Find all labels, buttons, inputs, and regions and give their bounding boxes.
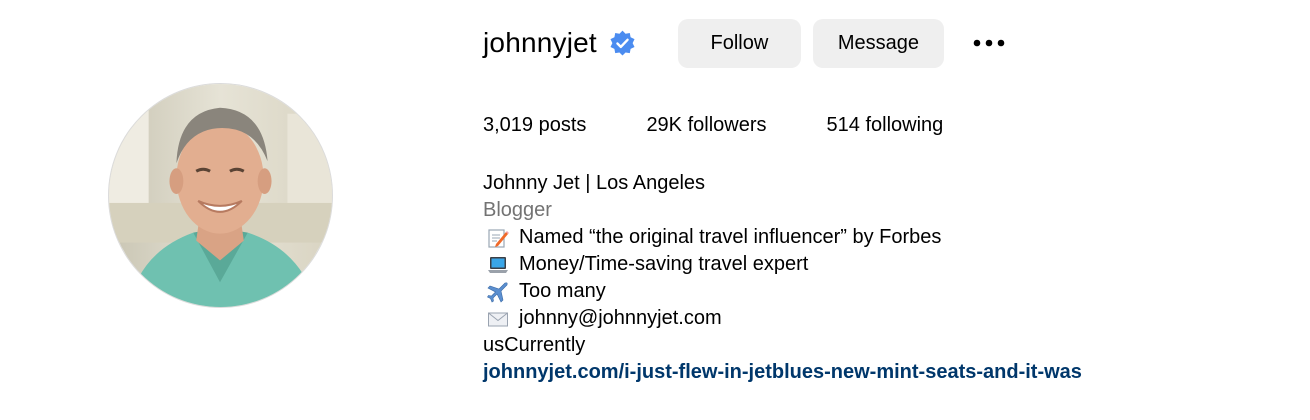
- posts-stat: 3,019 posts: [483, 112, 586, 138]
- posts-count: 3,019: [483, 114, 534, 136]
- bio-line: johnny@johnnyjet.com: [483, 305, 1283, 332]
- profile-header: johnnyjet Follow Message: [483, 18, 1006, 68]
- following-label: following: [865, 114, 944, 136]
- bio-line: Too many: [483, 278, 1283, 305]
- bio-text: Named “the original travel influencer” b…: [519, 226, 942, 248]
- more-options-icon[interactable]: [972, 26, 1006, 60]
- bio-line: Money/Time-saving travel expert: [483, 251, 1283, 278]
- bio-text: Money/Time-saving travel expert: [519, 253, 809, 275]
- airplane-icon: [487, 281, 509, 303]
- avatar[interactable]: [108, 83, 333, 308]
- followers-label: followers: [687, 114, 767, 136]
- following-count: 514: [826, 114, 860, 136]
- category-label: Blogger: [483, 199, 552, 221]
- bio-extra-text: usCurrently: [483, 334, 586, 356]
- profile-stats: 3,019 posts 29K followers 514 following: [483, 112, 1003, 138]
- display-name: Johnny Jet | Los Angeles: [483, 172, 706, 194]
- profile-bio: Johnny Jet | Los Angeles Blogger Named “…: [483, 170, 1283, 386]
- envelope-icon: [487, 308, 509, 330]
- bio-link[interactable]: johnnyjet.com/i-just-flew-in-jetblues-ne…: [483, 361, 1082, 383]
- follow-button[interactable]: Follow: [677, 18, 801, 68]
- verified-badge-icon: [609, 30, 636, 57]
- message-button[interactable]: Message: [812, 18, 944, 68]
- bio-text: Too many: [519, 280, 606, 302]
- laptop-icon: [487, 254, 509, 276]
- profile-photo: [109, 84, 332, 307]
- bio-text: johnny@johnnyjet.com: [519, 307, 722, 329]
- username: johnnyjet: [483, 27, 597, 58]
- followers-count: 29K: [646, 114, 683, 136]
- memo-icon: [487, 227, 509, 249]
- bio-line: Named “the original travel influencer” b…: [483, 224, 1283, 251]
- followers-stat[interactable]: 29K followers: [646, 112, 766, 138]
- following-stat[interactable]: 514 following: [827, 112, 944, 138]
- profile-page: johnnyjet Follow Message 3,019 posts 29K…: [0, 0, 1310, 420]
- posts-label: posts: [538, 114, 587, 136]
